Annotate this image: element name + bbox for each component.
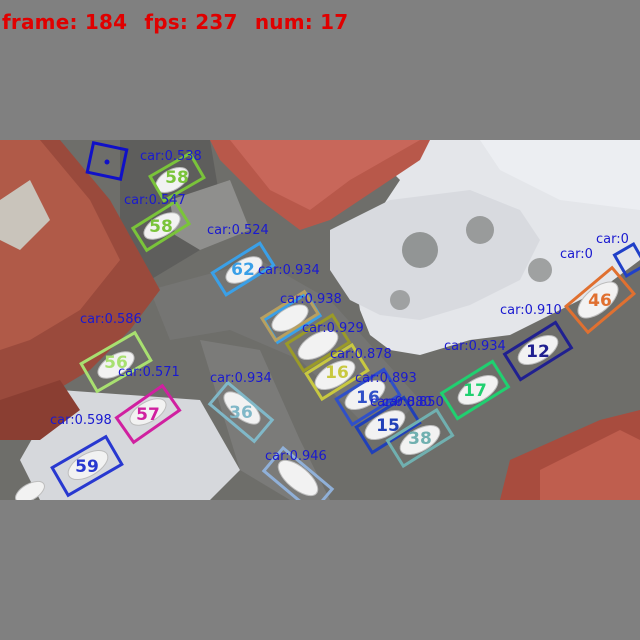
track-id: 59 xyxy=(75,457,99,477)
video-viewer: frame: 184 fps: 237 num: 17 58 car:0.538… xyxy=(0,0,640,640)
fps-stat: fps: 237 xyxy=(144,10,238,34)
track-id: 36 xyxy=(229,403,253,423)
detection-label: car:0.934 xyxy=(444,339,506,354)
track-id: 38 xyxy=(408,429,432,449)
detection-label: car:0.910 xyxy=(500,303,562,318)
detection-label: car:0.934 xyxy=(258,263,320,278)
detection-13: car:0 xyxy=(596,232,640,278)
detection-label: car:0 xyxy=(560,247,593,262)
detection-label: car:0.458 xyxy=(70,140,132,142)
video-frame: car:0.458 58 car:0.538 58 car:0.547 62 car:0.5… xyxy=(0,140,640,500)
track-id: 46 xyxy=(588,291,612,311)
num-stat: num: 17 xyxy=(254,10,349,34)
detection-15: 57 car:0.571 xyxy=(114,365,182,445)
detection-label: car:0.571 xyxy=(118,365,180,380)
detection-11: 12 car:0.910 xyxy=(500,303,574,382)
frame-stat: frame: 184 xyxy=(2,10,128,34)
detection-label: car:0.850 xyxy=(382,395,444,410)
detection-10: 17 car:0.934 xyxy=(439,339,511,421)
detection-label: car:0.598 xyxy=(50,413,112,428)
stats-overlay: frame: 184 fps: 237 num: 17 xyxy=(2,10,358,34)
track-id: 16 xyxy=(325,363,349,383)
detection-3: 62 car:0.524 xyxy=(207,223,276,297)
detection-2: 58 car:0.547 xyxy=(124,193,192,253)
detection-0: car:0.458 xyxy=(70,140,132,181)
detection-label: car:0.893 xyxy=(355,371,417,386)
detection-label: car:0.934 xyxy=(210,371,272,386)
detection-label: car:0 xyxy=(596,232,629,247)
detection-16: 36 car:0.934 xyxy=(207,371,275,444)
detection-label: car:0.538 xyxy=(140,149,202,164)
track-id: 17 xyxy=(463,381,487,401)
track-id: 15 xyxy=(376,416,400,436)
track-id: 62 xyxy=(231,260,255,280)
track-id: 58 xyxy=(165,168,189,188)
detection-label: car:0.946 xyxy=(265,449,327,464)
detection-17: 59 car:0.598 xyxy=(50,413,124,498)
track-id: 12 xyxy=(526,342,550,362)
detection-box xyxy=(612,242,640,278)
detection-label: car:0.938 xyxy=(280,292,342,307)
center-marker xyxy=(104,159,110,165)
track-id: 58 xyxy=(149,217,173,237)
detection-12: 46 car:0 xyxy=(560,247,637,335)
detection-label: car:0.524 xyxy=(207,223,269,238)
detection-label: car:0.929 xyxy=(302,321,364,336)
detection-18: car:0.946 xyxy=(261,445,335,500)
detection-label: car:0.878 xyxy=(330,347,392,362)
detection-label: car:0.547 xyxy=(124,193,186,208)
track-id: 57 xyxy=(136,405,160,425)
detection-label: car:0.586 xyxy=(80,312,142,327)
detections-overlay: car:0.458 58 car:0.538 58 car:0.547 62 car:0.5… xyxy=(50,140,640,500)
